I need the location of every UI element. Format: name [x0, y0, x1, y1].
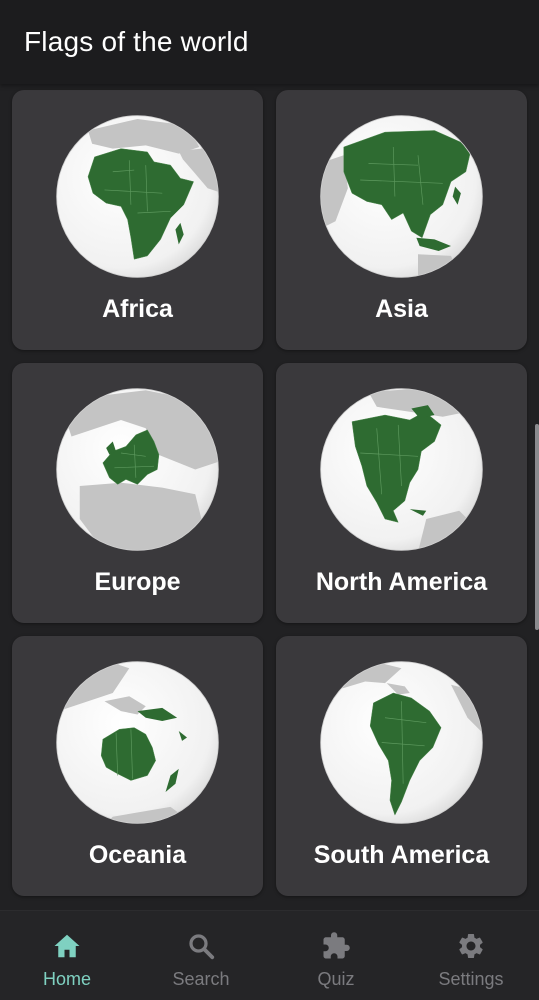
home-icon: [54, 934, 80, 958]
app-bar: Flags of the world: [0, 0, 539, 84]
continent-card-oceania[interactable]: Oceania: [12, 636, 263, 896]
continent-label: Oceania: [88, 841, 187, 869]
africa-globe-icon: [56, 115, 219, 278]
continent-grid: Africa Asia Europe North America Oceania…: [0, 84, 539, 910]
nav-item-quiz[interactable]: Quiz: [269, 911, 403, 1000]
page-title: Flags of the world: [24, 26, 249, 57]
scrollbar[interactable]: [535, 424, 539, 630]
search-icon: [189, 934, 215, 960]
continent-card-asia[interactable]: Asia: [276, 90, 527, 350]
continent-label: Africa: [102, 295, 173, 323]
continent-label: Europe: [94, 568, 181, 596]
continent-card-europe[interactable]: Europe: [12, 363, 263, 623]
continent-label: South America: [313, 841, 490, 869]
continent-card-north-america[interactable]: North America: [276, 363, 527, 623]
continent-card-south-america[interactable]: South America: [276, 636, 527, 896]
continent-card-africa[interactable]: Africa: [12, 90, 263, 350]
nav-item-home[interactable]: Home: [0, 911, 134, 1000]
nav-label: Search: [172, 969, 230, 989]
europe-globe-icon: [56, 388, 219, 551]
continent-label: North America: [315, 568, 488, 596]
bottom-navigation: Home Search Quiz Settings: [0, 910, 539, 1000]
north-america-globe-icon: [320, 388, 483, 551]
asia-globe-icon: [320, 115, 483, 278]
puzzle-icon: [323, 932, 350, 959]
nav-label: Quiz: [317, 969, 355, 989]
app-root: Flags of the world Africa Asia Europe No…: [0, 0, 539, 1000]
nav-item-search[interactable]: Search: [134, 911, 268, 1000]
nav-item-settings[interactable]: Settings: [404, 911, 538, 1000]
nav-label: Settings: [438, 969, 504, 989]
oceania-globe-icon: [56, 661, 219, 824]
continent-label: Asia: [375, 295, 428, 323]
nav-label: Home: [42, 969, 91, 989]
gear-icon: [459, 934, 483, 958]
south-america-globe-icon: [320, 661, 483, 824]
